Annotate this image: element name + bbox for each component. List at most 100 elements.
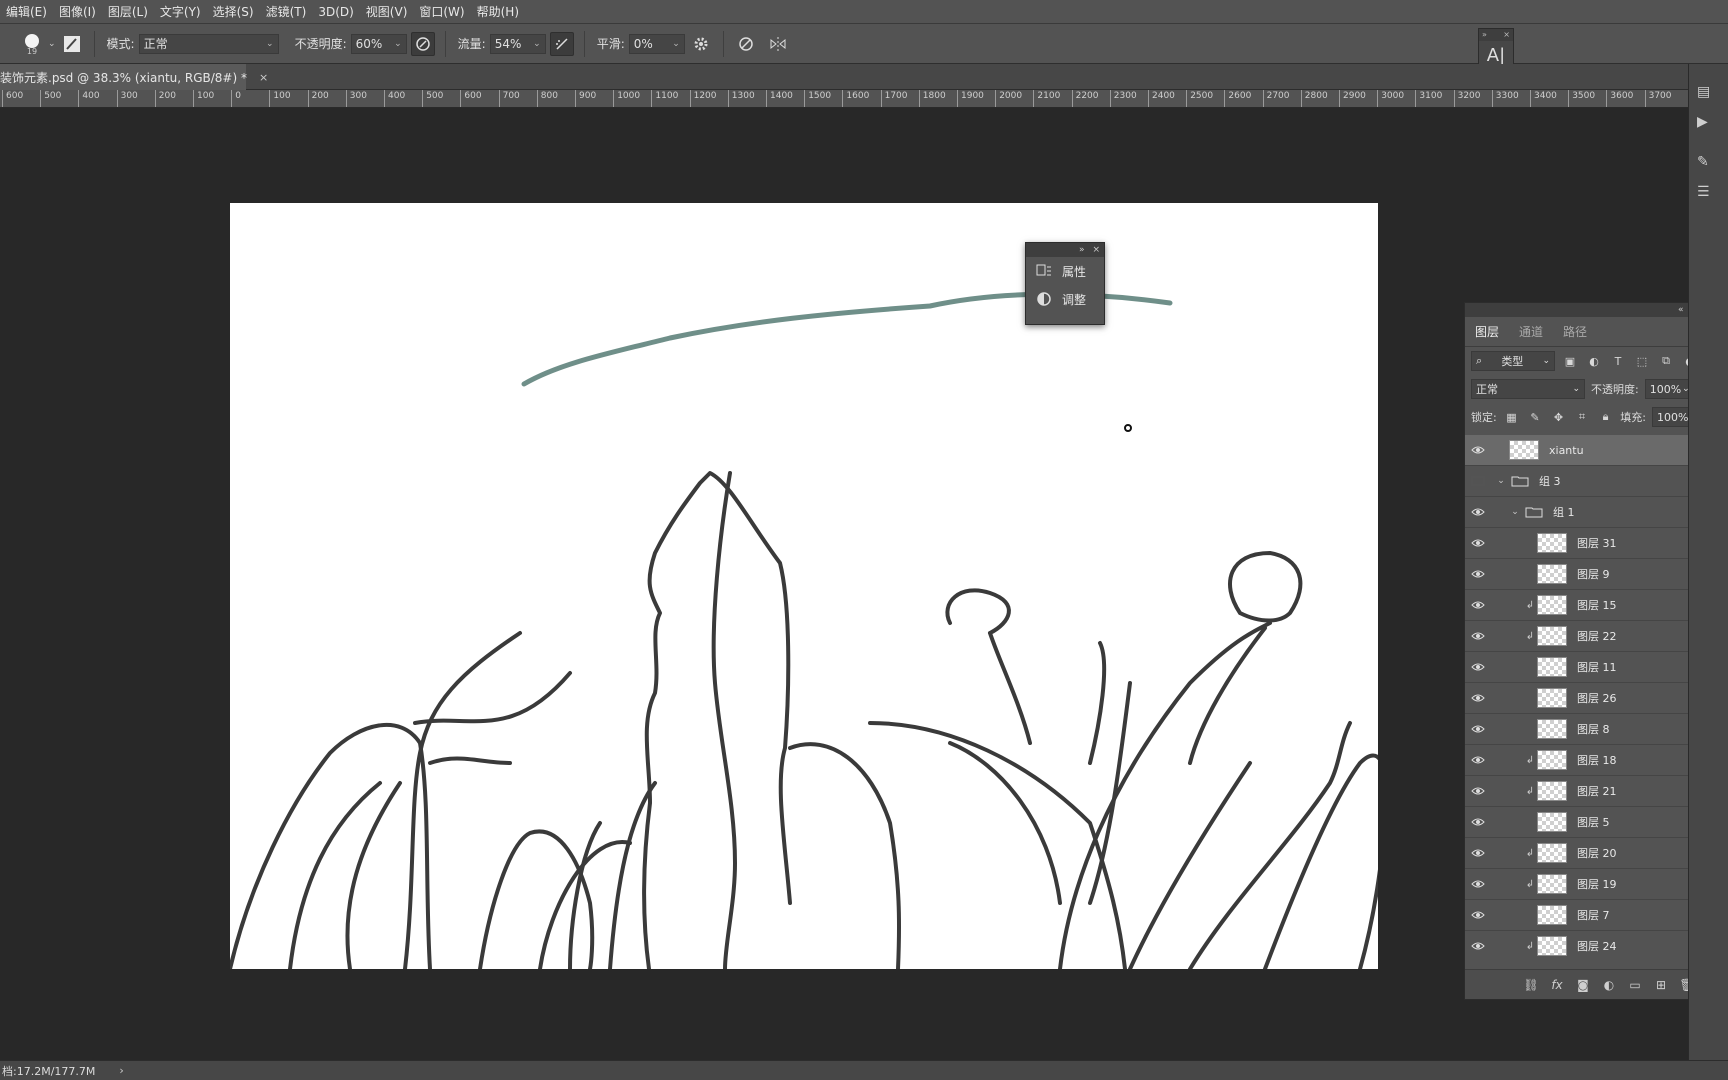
layer-thumbnail[interactable] — [1537, 626, 1567, 646]
link-icon[interactable]: ⛓ — [1523, 978, 1539, 992]
layer-thumbnail[interactable] — [1537, 533, 1567, 553]
symmetry-button[interactable] — [766, 32, 790, 56]
layer-row[interactable]: ↲ 图层 18 — [1465, 745, 1697, 776]
layer-row[interactable]: ↲ 图层 21 — [1465, 776, 1697, 807]
blend-mode-select[interactable]: 正常 ⌄ — [1471, 379, 1585, 399]
layer-name[interactable]: 图层 9 — [1577, 566, 1610, 582]
pixel-filter-icon[interactable]: ▣ — [1561, 352, 1579, 370]
adjustment-filter-icon[interactable]: ◐ — [1585, 352, 1603, 370]
layer-thumbnail[interactable] — [1537, 657, 1567, 677]
layer-row[interactable]: ↲ 图层 19 — [1465, 869, 1697, 900]
layer-row[interactable]: ↲ 图层 20 — [1465, 838, 1697, 869]
layer-name[interactable]: 组 1 — [1553, 504, 1575, 520]
layer-thumbnail[interactable] — [1537, 812, 1567, 832]
layer-name[interactable]: 图层 11 — [1577, 659, 1617, 675]
layer-name[interactable]: 图层 20 — [1577, 845, 1617, 861]
layer-row[interactable]: 图层 11 — [1465, 652, 1697, 683]
eye-icon[interactable] — [1465, 538, 1491, 548]
adjustment-icon[interactable]: ◐ — [1601, 978, 1617, 992]
status-menu-arrow[interactable]: › — [119, 1064, 123, 1077]
type-filter-icon[interactable]: T — [1609, 352, 1627, 370]
shape-filter-icon[interactable]: ⬚ — [1633, 352, 1651, 370]
chevron-down-icon[interactable]: ⌄ — [1509, 507, 1521, 517]
layer-thumbnail[interactable] — [1537, 843, 1567, 863]
layer-name[interactable]: 组 3 — [1539, 473, 1561, 489]
eye-icon[interactable] — [1465, 848, 1491, 858]
menu-item[interactable]: 文字(Y) — [154, 3, 207, 20]
lock-all-icon[interactable]: 🔒︎ — [1597, 408, 1615, 426]
layer-name[interactable]: 图层 5 — [1577, 814, 1610, 830]
layer-row[interactable]: 图层 7 — [1465, 900, 1697, 931]
play-icon[interactable]: ▶ — [1697, 114, 1708, 130]
layer-name[interactable]: 图层 26 — [1577, 690, 1617, 706]
layer-row[interactable]: 图层 8 — [1465, 714, 1697, 745]
eye-icon[interactable] — [1465, 476, 1491, 486]
document-tab[interactable]: 装饰元素.psd @ 38.3% (xiantu, RGB/8#) * × — [0, 64, 268, 90]
document-canvas[interactable] — [230, 203, 1378, 969]
adjustments-item[interactable]: 调整 — [1026, 285, 1104, 313]
tab-channels[interactable]: 通道 — [1509, 317, 1553, 347]
layer-row[interactable]: 图层 9 — [1465, 559, 1697, 590]
menu-item[interactable]: 选择(S) — [207, 3, 260, 20]
brushes-icon[interactable]: ✎ — [1697, 154, 1709, 170]
eye-icon[interactable] — [1465, 910, 1491, 920]
layer-group-row[interactable]: ⌄ 组 1 — [1465, 497, 1697, 528]
flow-input[interactable]: 54% ⌄ — [489, 33, 546, 54]
lock-pixels-icon[interactable]: ✎ — [1526, 408, 1544, 426]
layer-group-row[interactable]: ⌄ 组 3 — [1465, 466, 1697, 497]
layer-name[interactable]: 图层 21 — [1577, 783, 1617, 799]
layer-thumbnail[interactable] — [1537, 874, 1567, 894]
menu-item[interactable]: 图像(I) — [53, 3, 102, 20]
brush-preset-picker[interactable]: 19 — [14, 32, 50, 56]
smoothing-input[interactable]: 0% ⌄ — [628, 33, 685, 54]
layer-row[interactable]: ↲ 图层 15 — [1465, 590, 1697, 621]
collapse-icon[interactable]: » — [1482, 29, 1487, 41]
collapse-icon[interactable]: « — [1678, 305, 1684, 315]
layer-name[interactable]: 图层 15 — [1577, 597, 1617, 613]
layer-name[interactable]: 图层 31 — [1577, 535, 1617, 551]
menu-item[interactable]: 图层(L) — [102, 3, 154, 20]
lock-artboard-icon[interactable]: ⌗ — [1573, 408, 1591, 426]
eye-icon[interactable] — [1465, 786, 1491, 796]
eye-icon[interactable] — [1465, 941, 1491, 951]
layer-row[interactable]: 图层 5 — [1465, 807, 1697, 838]
layer-row[interactable]: xiantu — [1465, 435, 1697, 466]
pressure-opacity-button[interactable] — [410, 31, 435, 56]
tab-layers[interactable]: 图层 — [1465, 317, 1509, 347]
eye-icon[interactable] — [1465, 879, 1491, 889]
properties-item[interactable]: 属性 — [1026, 257, 1104, 285]
eye-icon[interactable] — [1465, 507, 1491, 517]
layer-thumbnail[interactable] — [1537, 936, 1567, 956]
layer-row[interactable]: ↲ 图层 22 — [1465, 621, 1697, 652]
layer-name[interactable]: 图层 19 — [1577, 876, 1617, 892]
layer-name[interactable]: 图层 8 — [1577, 721, 1610, 737]
tab-paths[interactable]: 路径 — [1553, 317, 1597, 347]
layer-thumbnail[interactable] — [1537, 688, 1567, 708]
layer-row[interactable]: 图层 26 — [1465, 683, 1697, 714]
menu-item[interactable]: 3D(D) — [312, 5, 359, 19]
layer-name[interactable]: 图层 18 — [1577, 752, 1617, 768]
eye-icon[interactable] — [1465, 693, 1491, 703]
filter-kind-select[interactable]: ⌕ 类型 ⌄ — [1471, 351, 1555, 371]
menu-item[interactable]: 窗口(W) — [413, 3, 470, 20]
layer-thumbnail[interactable] — [1537, 564, 1567, 584]
menu-item[interactable]: 编辑(E) — [0, 3, 53, 20]
eye-icon[interactable] — [1465, 662, 1491, 672]
layer-row[interactable]: 图层 31 — [1465, 528, 1697, 559]
smart-object-filter-icon[interactable]: ⧉ — [1657, 352, 1675, 370]
fx-icon[interactable]: fx — [1549, 978, 1565, 992]
eye-icon[interactable] — [1465, 445, 1491, 455]
eye-icon[interactable] — [1465, 755, 1491, 765]
airbrush-button[interactable] — [549, 31, 574, 56]
eye-icon[interactable] — [1465, 569, 1491, 579]
eye-icon[interactable] — [1465, 724, 1491, 734]
layer-name[interactable]: 图层 22 — [1577, 628, 1617, 644]
layer-thumbnail[interactable] — [1537, 719, 1567, 739]
opacity-input[interactable]: 60% ⌄ — [350, 33, 407, 54]
menu-item[interactable]: 滤镜(T) — [260, 3, 313, 20]
layer-thumbnail[interactable] — [1537, 781, 1567, 801]
new-layer-icon[interactable]: ⊞ — [1653, 978, 1669, 992]
layer-name[interactable]: 图层 24 — [1577, 938, 1617, 954]
layer-thumbnail[interactable] — [1509, 440, 1539, 460]
eye-icon[interactable] — [1465, 600, 1491, 610]
